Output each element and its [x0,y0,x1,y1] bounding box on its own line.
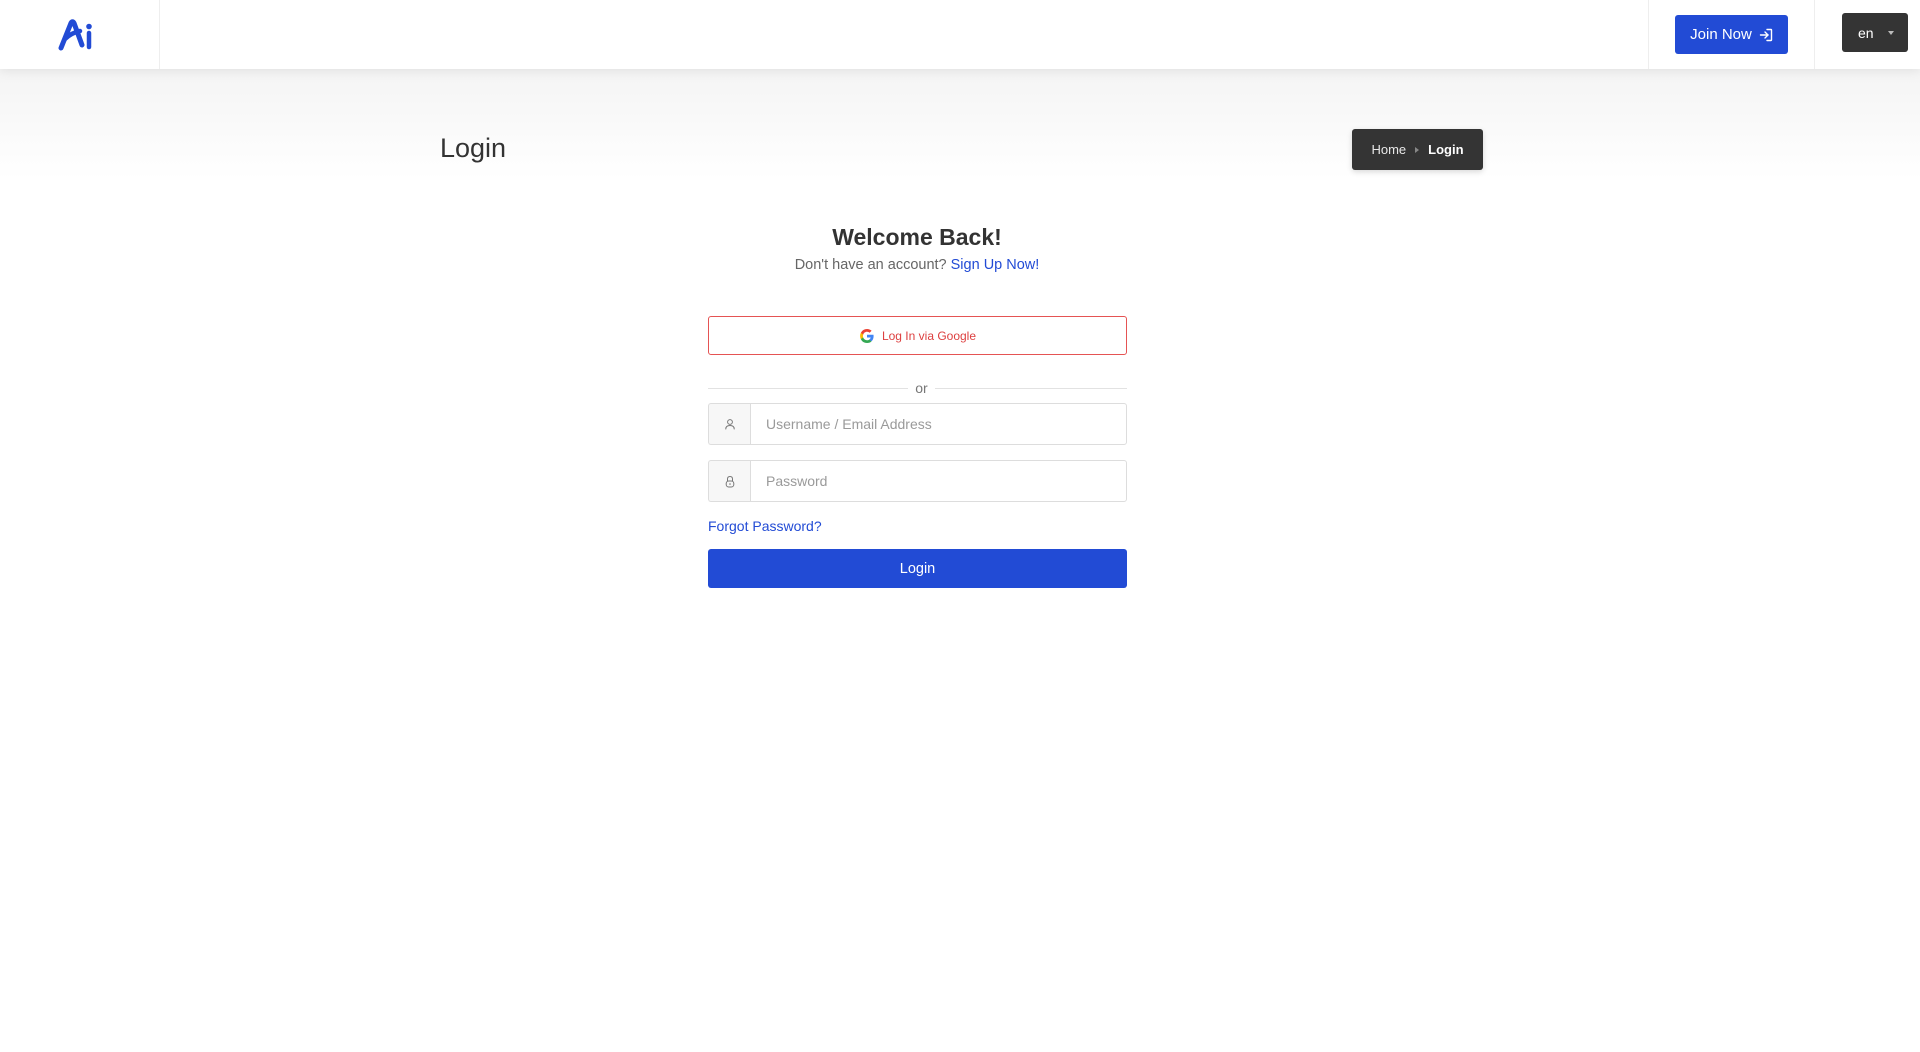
password-addon [708,460,750,502]
caret-down-icon [1888,31,1894,35]
language-value: en [1858,24,1874,41]
username-input[interactable] [750,403,1127,445]
signup-prompt: Don't have an account? Sign Up Now! [708,257,1126,273]
lock-icon [725,475,734,487]
google-login-button[interactable]: Log In via Google [708,316,1127,355]
page-title-band [0,69,1920,179]
site-header: Join Now en [0,0,1920,69]
or-divider: or [708,380,1127,398]
no-account-text: Don't have an account? [794,257,947,273]
join-now-label: Join Now [1690,26,1752,43]
sign-up-link[interactable]: Sign Up Now! [951,257,1040,273]
breadcrumb-current: Login [1428,142,1464,157]
password-field-group [708,460,1127,502]
welcome-heading: Welcome Back! [832,224,1002,250]
user-icon [724,419,735,430]
page-title: Login [440,133,507,163]
divider-text: or [915,380,928,396]
join-now-cell: Join Now [1648,0,1815,69]
forgot-password-link[interactable]: Forgot Password? [708,518,822,534]
breadcrumb-home-link[interactable]: Home [1371,142,1406,157]
join-now-button[interactable]: Join Now [1675,15,1788,54]
logo-link[interactable] [0,0,160,69]
google-g-icon [860,328,874,343]
sign-in-arrow-icon [1759,28,1773,41]
chevron-right-icon [1415,146,1420,153]
divider-line-left [708,388,908,389]
username-field-group [708,403,1127,445]
login-submit-button[interactable]: Login [708,549,1127,588]
ai-logo-icon [58,18,92,50]
breadcrumb: Home Login [1352,129,1483,170]
divider-line-right [935,388,1127,389]
language-dropdown[interactable]: en [1842,13,1908,52]
password-input[interactable] [750,460,1127,502]
google-login-label: Log In via Google [881,328,977,343]
username-addon [708,403,750,445]
